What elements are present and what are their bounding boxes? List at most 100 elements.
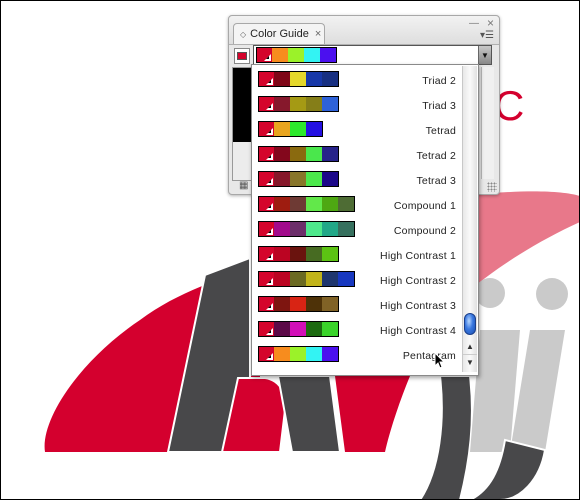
harmony-menu-item[interactable]: Pentagram: [256, 344, 460, 369]
color-cell: [306, 147, 322, 161]
resize-grip-icon[interactable]: [487, 182, 497, 192]
harmony-color-strip: [258, 271, 355, 287]
color-cell: [338, 222, 354, 236]
base-marker-icon: [266, 103, 273, 110]
harmony-menu-item[interactable]: Tetrad 2: [256, 144, 460, 169]
color-cell: [322, 347, 338, 361]
color-cell: [274, 72, 290, 86]
harmony-rules-dropdown[interactable]: ▼: [253, 45, 492, 65]
harmony-color-strip: [258, 171, 339, 187]
set-base-color-button[interactable]: [234, 48, 250, 64]
harmony-menu-item[interactable]: Compound 1: [256, 194, 460, 219]
harmony-menu-item[interactable]: High Contrast 3: [256, 294, 460, 319]
base-marker-icon: [266, 328, 273, 335]
color-cell: [288, 48, 304, 62]
variations-scrollbar[interactable]: [481, 67, 494, 179]
harmony-menu-item[interactable]: Triad 3: [256, 94, 460, 119]
color-cell: [290, 97, 306, 111]
color-cell: [290, 272, 306, 286]
scroll-thumb[interactable]: [464, 313, 476, 335]
menu-scrollbar[interactable]: ▲ ▼: [462, 66, 477, 372]
base-marker-icon: [266, 253, 273, 260]
color-cell: [338, 272, 354, 286]
tab-color-guide[interactable]: ◇ Color Guide ×: [233, 23, 325, 44]
harmony-label: High Contrast 4: [380, 325, 456, 337]
panel-tab-bar: ◇ Color Guide × — × ▾☰: [229, 16, 499, 45]
scroll-up-icon[interactable]: ▲: [463, 339, 477, 353]
color-cell: [322, 297, 338, 311]
color-cell: [322, 222, 338, 236]
color-cell: [306, 172, 322, 186]
harmony-menu-item[interactable]: High Contrast 2: [256, 269, 460, 294]
harmony-color-strip: [258, 246, 339, 262]
tab-label: Color Guide: [250, 28, 309, 40]
color-cell: [274, 147, 290, 161]
harmony-menu-item[interactable]: High Contrast 4: [256, 319, 460, 344]
scroll-down-icon[interactable]: ▼: [463, 354, 477, 369]
color-cell: [322, 322, 338, 336]
color-cell: [290, 122, 306, 136]
tab-close-icon[interactable]: ×: [315, 28, 321, 40]
color-cell: [306, 197, 322, 211]
harmony-menu-item[interactable]: Compound 2: [256, 219, 460, 244]
color-cell: [274, 347, 290, 361]
color-cell: [290, 322, 306, 336]
base-color-cell: [259, 322, 274, 336]
base-color-cell: [259, 222, 274, 236]
base-color-cell: [259, 297, 274, 311]
base-marker-icon: [266, 203, 273, 210]
color-cell: [290, 297, 306, 311]
color-cell: [306, 97, 322, 111]
harmony-color-strip: [258, 121, 323, 137]
color-cell: [290, 172, 306, 186]
harmony-color-strip: [258, 96, 339, 112]
base-color-cell: [259, 172, 274, 186]
harmony-label: High Contrast 2: [380, 275, 456, 287]
close-icon[interactable]: ×: [487, 16, 494, 30]
harmony-color-strip: [258, 346, 339, 362]
color-cell: [274, 247, 290, 261]
color-cell: [290, 72, 306, 86]
color-cell: [306, 297, 322, 311]
base-color-cell: [259, 197, 274, 211]
base-marker-icon: [266, 78, 273, 85]
harmony-label: Tetrad: [425, 125, 456, 137]
base-marker-icon: [266, 353, 273, 360]
harmony-label: High Contrast 1: [380, 250, 456, 262]
color-cell: [272, 48, 288, 62]
mouse-cursor-icon: [434, 352, 446, 369]
color-cell: [322, 272, 338, 286]
color-cell: [306, 72, 322, 86]
color-cell: [322, 147, 338, 161]
color-cell: [274, 222, 290, 236]
base-color-cell: [259, 72, 274, 86]
harmony-color-strip: [258, 221, 355, 237]
harmony-label: Tetrad 3: [416, 175, 456, 187]
tab-collapse-icon[interactable]: ◇: [240, 30, 246, 39]
color-cell: [290, 347, 306, 361]
minimize-icon[interactable]: —: [469, 18, 479, 29]
color-cell: [304, 48, 320, 62]
color-cell: [338, 197, 354, 211]
panel-menu-icon[interactable]: ▾☰: [480, 30, 494, 41]
color-cell: [274, 197, 290, 211]
grid-icon[interactable]: ▦: [239, 180, 248, 191]
harmony-menu-item[interactable]: High Contrast 1: [256, 244, 460, 269]
dropdown-arrow-icon[interactable]: ▼: [478, 46, 491, 64]
harmony-menu-item[interactable]: Tetrad: [256, 119, 460, 144]
harmony-menu-item[interactable]: Tetrad 3: [256, 169, 460, 194]
harmony-color-strip: [258, 296, 339, 312]
color-cell: [290, 247, 306, 261]
color-cell: [322, 72, 338, 86]
color-cell: [274, 272, 290, 286]
base-color-cell: [259, 272, 274, 286]
color-cell: [320, 48, 336, 62]
harmony-menu-item[interactable]: Triad 2: [256, 69, 460, 94]
color-cell: [274, 122, 290, 136]
base-marker-icon: [266, 153, 273, 160]
harmony-label: Compound 1: [393, 200, 456, 212]
color-cell: [322, 172, 338, 186]
base-marker-icon: [266, 178, 273, 185]
harmony-color-strip: [258, 71, 339, 87]
base-color-swatch: [237, 52, 247, 60]
